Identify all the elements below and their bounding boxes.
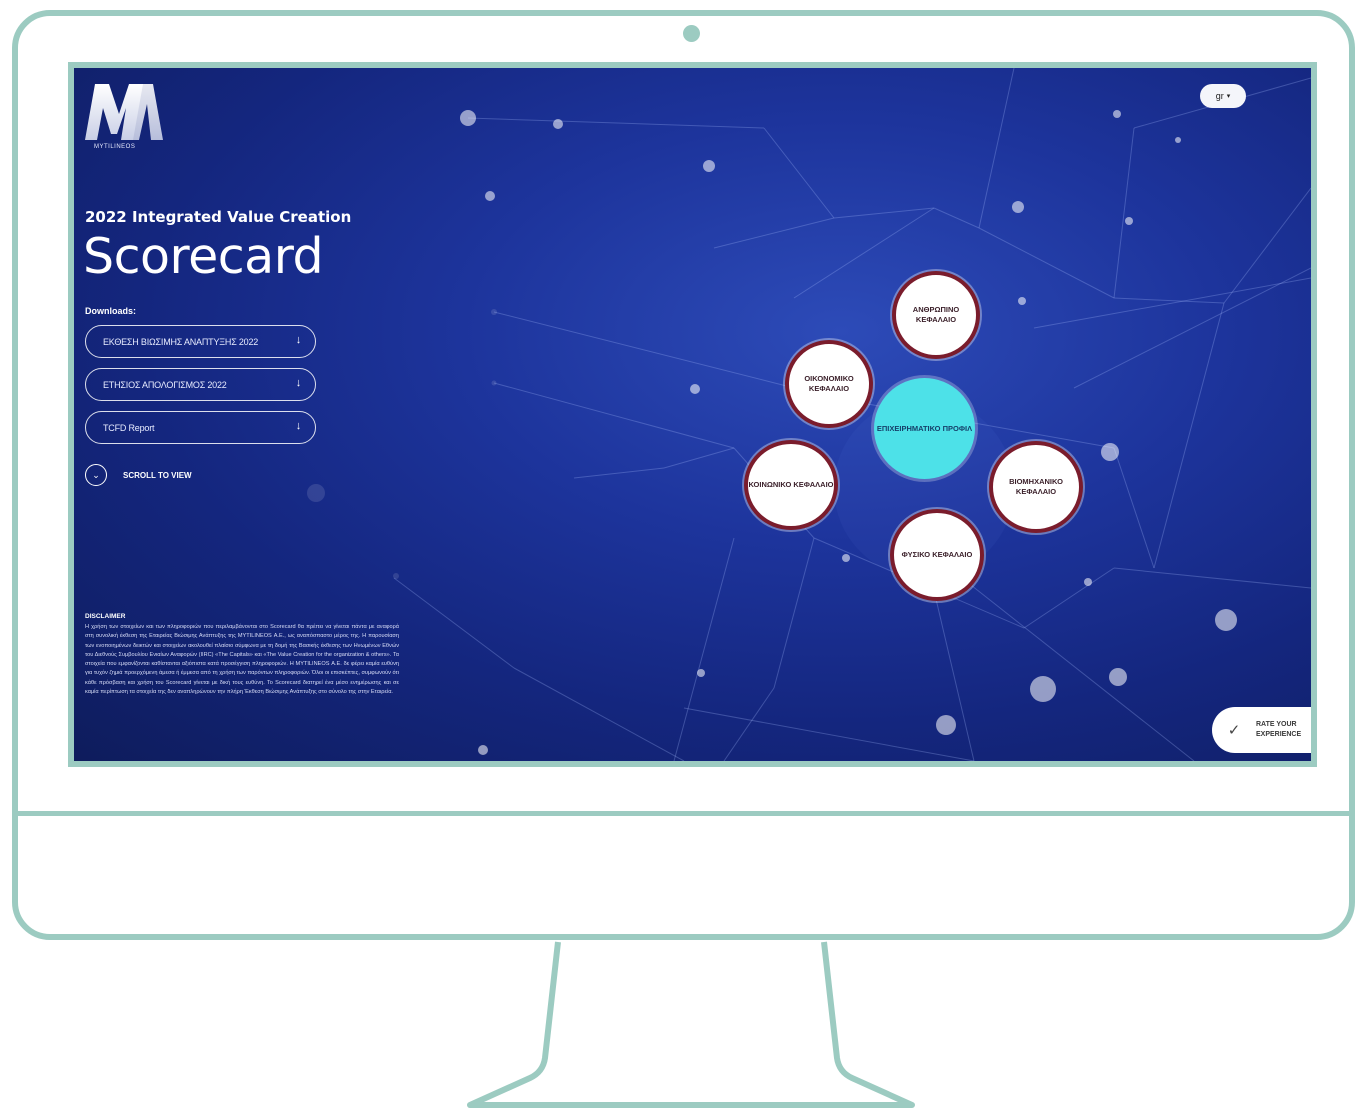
download-arrow-icon: ↓ — [295, 420, 302, 432]
download-button-label: TCFD Report — [103, 422, 155, 433]
mytilineos-logo-icon[interactable] — [83, 80, 165, 142]
node-business-profile[interactable]: ΕΠΙΧΕΙΡΗΜΑΤΙΚΟ ΠΡΟΦΙΛ — [874, 378, 975, 479]
website-screen: MYTILINEOS 2022 Integrated Value Creatio… — [68, 62, 1317, 767]
language-switcher[interactable]: gr ▾ — [1200, 84, 1246, 108]
node-human-capital[interactable]: ΑΝΘΡΩΠΙΝΟ ΚΕΦΑΛΑΙΟ — [892, 271, 980, 359]
node-natural-capital[interactable]: ΦΥΣΙΚΟ ΚΕΦΑΛΑΙΟ — [890, 509, 984, 601]
downloads-label: Downloads: — [85, 306, 136, 316]
chevron-down-icon: ▾ — [1226, 93, 1231, 100]
rate-label: RATE YOUR EXPERIENCE — [1256, 721, 1302, 738]
disclaimer-text: Η χρήση των στοιχείων και των πληροφοριώ… — [85, 624, 399, 696]
download-arrow-icon: ↓ — [295, 377, 302, 389]
download-arrow-icon: ↓ — [295, 334, 302, 346]
rate-experience-button[interactable]: ✓ RATE YOUR EXPERIENCE — [1212, 707, 1311, 753]
page-title: Scorecard — [83, 228, 324, 285]
download-tcfd-report-button[interactable]: TCFD Report ↓ — [85, 411, 316, 444]
download-sustainability-report-button[interactable]: ΕΚΘΕΣΗ ΒΙΩΣΙΜΗΣ ΑΝΑΠΤΥΞΗΣ 2022 ↓ — [85, 325, 316, 358]
language-label: gr — [1215, 91, 1224, 101]
node-industrial-capital[interactable]: ΒΙΟΜΗΧΑΝΙΚΟ ΚΕΦΑΛΑΙΟ — [989, 441, 1083, 533]
scroll-to-view-link[interactable]: ⌄ SCROLL TO VIEW — [85, 464, 192, 486]
chevron-down-icon: ⌄ — [85, 464, 107, 486]
disclaimer-title: DISCLAIMER — [85, 613, 126, 620]
scroll-label: SCROLL TO VIEW — [123, 470, 192, 480]
download-annual-report-button[interactable]: ΕΤΗΣΙΟΣ ΑΠΟΛΟΓΙΣΜΟΣ 2022 ↓ — [85, 368, 316, 401]
node-social-capital[interactable]: ΚΟΙΝΩΝΙΚΟ ΚΕΦΑΛΑΙΟ — [744, 440, 838, 530]
page-subtitle: 2022 Integrated Value Creation — [85, 208, 352, 226]
logo-text: MYTILINEOS — [94, 144, 136, 150]
download-button-label: ΕΤΗΣΙΟΣ ΑΠΟΛΟΓΙΣΜΟΣ 2022 — [103, 379, 227, 390]
check-circle-icon: ✓ — [1227, 722, 1241, 739]
download-button-label: ΕΚΘΕΣΗ ΒΙΩΣΙΜΗΣ ΑΝΑΠΤΥΞΗΣ 2022 — [103, 336, 259, 347]
node-financial-capital[interactable]: ΟΙΚΟΝΟΜΙΚΟ ΚΕΦΑΛΑΙΟ — [785, 340, 873, 428]
